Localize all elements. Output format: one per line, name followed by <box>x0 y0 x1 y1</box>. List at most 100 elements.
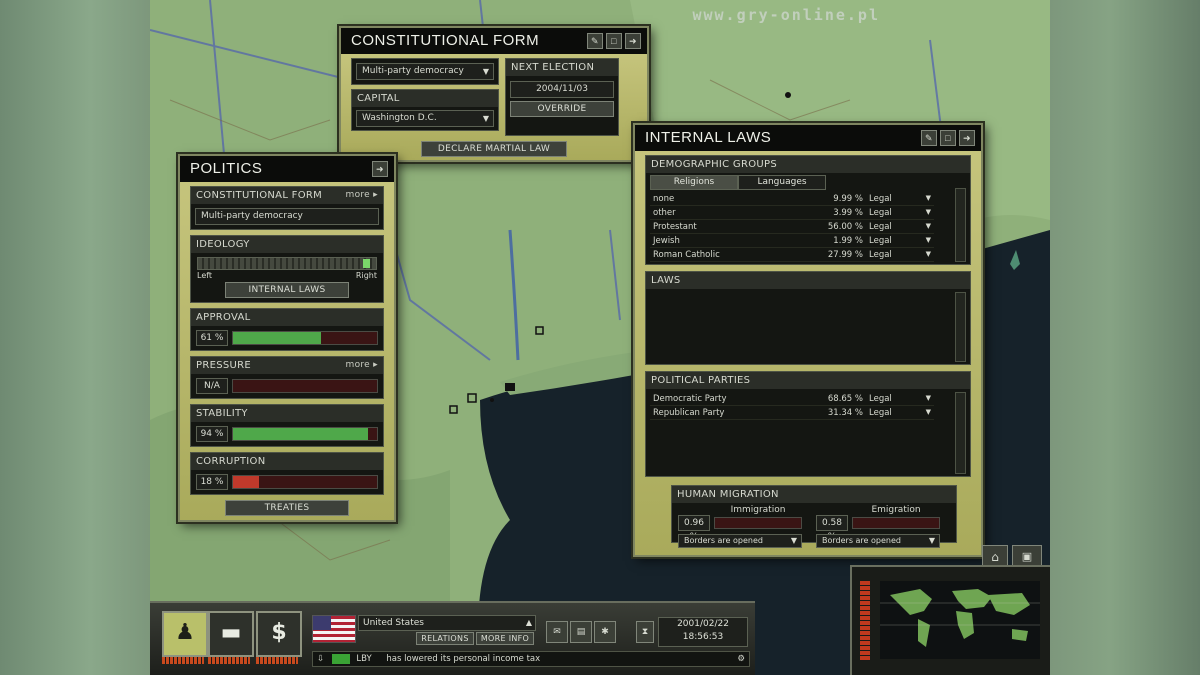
party-row[interactable]: Republican Party 31.34 % Legal ▼ <box>650 405 934 420</box>
hourglass-icon[interactable]: ⧗ <box>636 621 654 643</box>
emigration-policy-value: Borders are opened <box>822 536 901 545</box>
party-percent: 68.65 % <box>818 392 866 406</box>
parties-scrollbar[interactable] <box>955 392 966 474</box>
chat-icon[interactable]: ✉ <box>546 621 568 643</box>
chevron-down-icon: ▼ <box>925 407 931 416</box>
ideology-slider-thumb[interactable] <box>362 259 370 268</box>
internal-laws-body: DEMOGRAPHIC GROUPS Religions Languages n… <box>635 151 981 555</box>
politics-body: CONSTITUTIONAL FORM more ▸ Multi-party de… <box>180 182 394 520</box>
constitutional-window-title: CONSTITUTIONAL FORM ✎ □ ➜ <box>341 28 647 54</box>
stability-label: STABILITY <box>191 405 383 422</box>
ideology-section: IDEOLOGY Left Right INTERNAL LAWS <box>190 235 384 303</box>
settings-gear-icon[interactable]: ✱ <box>594 621 616 643</box>
chevron-down-icon: ▼ <box>925 249 931 258</box>
constitutional-body: Multi-party democracy ▼ CAPITAL Washingto… <box>341 54 647 160</box>
immigration-label: Immigration <box>730 505 786 515</box>
religion-percent: 1.99 % <box>818 233 866 248</box>
country-select[interactable]: United States ▲ <box>358 615 536 631</box>
immigration-policy-select[interactable]: Borders are opened ▼ <box>678 534 802 548</box>
religion-status-value: Legal <box>869 235 892 246</box>
military-tank-icon[interactable]: ▬ <box>208 611 254 657</box>
capital-label: CAPITAL <box>352 90 498 107</box>
religion-row[interactable]: Roman Catholic 27.99 % Legal ▼ <box>650 247 934 262</box>
internal-laws-button[interactable]: INTERNAL LAWS <box>225 282 349 298</box>
declare-martial-law-button[interactable]: DECLARE MARTIAL LAW <box>421 141 567 157</box>
form-select-value: Multi-party democracy <box>362 66 464 76</box>
chevron-down-icon: ▼ <box>482 114 489 123</box>
edit-icon[interactable]: ✎ <box>921 130 937 146</box>
more-info-button[interactable]: MORE INFO <box>476 632 534 645</box>
edit-icon[interactable]: ✎ <box>587 33 603 49</box>
close-arrow-icon[interactable]: ➜ <box>372 161 388 177</box>
constitutional-form-window[interactable]: CONSTITUTIONAL FORM ✎ □ ➜ Multi-party de… <box>339 26 649 162</box>
close-arrow-icon[interactable]: ➜ <box>625 33 641 49</box>
religion-status-select[interactable]: Legal ▼ <box>866 205 934 220</box>
minimap[interactable] <box>850 565 1050 675</box>
politics-window[interactable]: POLITICS ➜ CONSTITUTIONAL FORM more ▸ Mul… <box>178 154 396 522</box>
politics-window-title: POLITICS ➜ <box>180 156 394 182</box>
approval-bar <box>232 331 378 345</box>
stability-value: 94 % <box>196 426 228 442</box>
religion-name: other <box>650 205 818 220</box>
form-select[interactable]: Multi-party democracy ▼ <box>356 63 494 80</box>
corruption-bar-fill <box>233 476 259 488</box>
religion-name: none <box>650 192 818 206</box>
corruption-section: CORRUPTION 18 % <box>190 452 384 495</box>
corruption-label: CORRUPTION <box>191 453 383 470</box>
economy-dollar-icon[interactable]: $ <box>256 611 302 657</box>
ideology-slider[interactable] <box>197 257 377 270</box>
politics-led <box>162 657 204 664</box>
parties-table: Democratic Party 68.65 % Legal ▼ Republican … <box>650 392 934 420</box>
corruption-bar <box>232 475 378 489</box>
country-name: United States <box>363 618 424 628</box>
news-text: has lowered its personal income tax <box>386 654 541 664</box>
news-ticker[interactable]: ⇩ LBY has lowered its personal income ta… <box>312 651 750 667</box>
treaties-button[interactable]: TREATIES <box>225 500 349 516</box>
close-arrow-icon[interactable]: ➜ <box>959 130 975 146</box>
right-blurred-border <box>1050 0 1200 675</box>
laws-scrollbar[interactable] <box>955 292 966 362</box>
emigration-policy-select[interactable]: Borders are opened ▼ <box>816 534 940 548</box>
religion-status-select[interactable]: Legal ▼ <box>866 192 934 206</box>
party-name: Republican Party <box>650 405 818 420</box>
approval-bar-fill <box>233 332 321 344</box>
corruption-value: 18 % <box>196 474 228 490</box>
religion-percent: 3.99 % <box>818 205 866 220</box>
religions-scrollbar[interactable] <box>955 188 966 262</box>
ideology-label: IDEOLOGY <box>191 236 383 253</box>
religion-row[interactable]: Jewish 1.99 % Legal ▼ <box>650 233 934 248</box>
party-status-select[interactable]: Legal ▼ <box>866 392 934 406</box>
party-status-select[interactable]: Legal ▼ <box>866 405 934 420</box>
party-row[interactable]: Democratic Party 68.65 % Legal ▼ <box>650 392 934 406</box>
window-icon[interactable]: □ <box>940 130 956 146</box>
religion-name: Protestant <box>650 219 818 234</box>
religion-row[interactable]: other 3.99 % Legal ▼ <box>650 205 934 220</box>
approval-value: 61 % <box>196 330 228 346</box>
relations-button[interactable]: RELATIONS <box>416 632 474 645</box>
chevron-down-icon: ▼ <box>928 536 935 545</box>
religion-status-select[interactable]: Legal ▼ <box>866 233 934 248</box>
religions-table: none 9.99 % Legal ▼ other 3.99 % Legal ▼ Protest… <box>650 192 934 262</box>
more-link[interactable]: more ▸ <box>346 189 379 202</box>
chevron-down-icon: ▼ <box>790 536 797 545</box>
religion-status-select[interactable]: Legal ▼ <box>866 219 934 234</box>
override-button[interactable]: OVERRIDE <box>510 101 614 117</box>
tab-religions[interactable]: Religions <box>650 175 738 190</box>
immigration-value: 0.96 % <box>678 515 710 542</box>
graph-icon[interactable]: ▤ <box>570 621 592 643</box>
tab-languages[interactable]: Languages <box>738 175 826 190</box>
news-options-icon[interactable]: ⚙ <box>737 652 745 666</box>
politics-hud-icon[interactable]: ♟ <box>162 611 208 657</box>
capital-select[interactable]: Washington D.C. ▼ <box>356 110 494 127</box>
minimap-world <box>880 581 1040 659</box>
chevron-down-icon: ▼ <box>925 193 931 202</box>
watermark: www.gry-online.pl <box>692 6 880 24</box>
internal-laws-window[interactable]: INTERNAL LAWS ✎ □ ➜ DEMOGRAPHIC GROUPS R… <box>633 123 983 557</box>
approval-section: APPROVAL 61 % <box>190 308 384 351</box>
more-link[interactable]: more ▸ <box>346 359 379 372</box>
religion-row[interactable]: none 9.99 % Legal ▼ <box>650 192 934 206</box>
party-status-value: Legal <box>869 407 892 418</box>
window-icon[interactable]: □ <box>606 33 622 49</box>
religion-status-select[interactable]: Legal ▼ <box>866 247 934 262</box>
religion-row[interactable]: Protestant 56.00 % Legal ▼ <box>650 219 934 234</box>
